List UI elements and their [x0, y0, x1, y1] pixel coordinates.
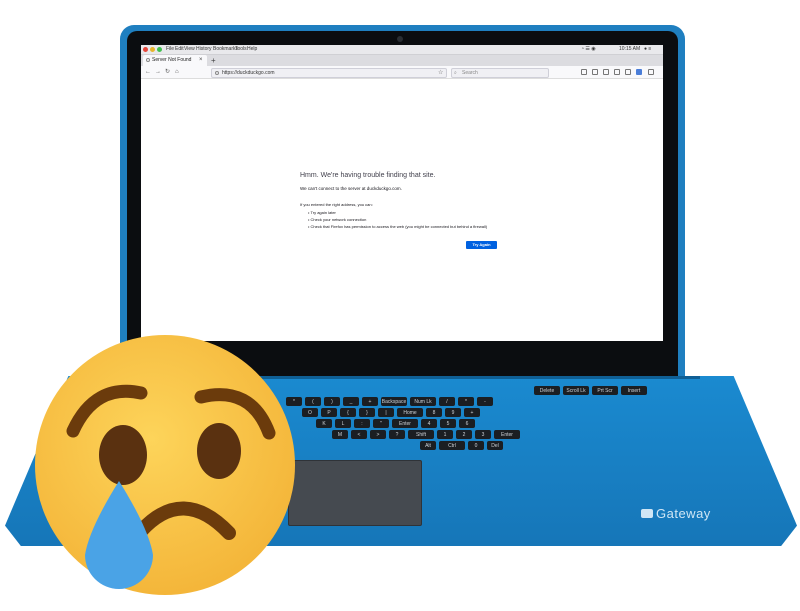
- menu-file[interactable]: File: [166, 46, 174, 53]
- search-icon: ⌕: [454, 70, 457, 76]
- keyboard-key[interactable]: M: [332, 430, 348, 439]
- try-again-button[interactable]: Try Again: [466, 241, 497, 249]
- tab-close-icon[interactable]: ×: [199, 56, 203, 64]
- nav-toolbar: ← → ↻ ⌂ https://duckduckgo.com ☆ ⌕ Searc…: [141, 66, 663, 79]
- menu-history[interactable]: History: [196, 46, 212, 53]
- url-bar[interactable]: https://duckduckgo.com ☆: [211, 68, 447, 78]
- keyboard-key[interactable]: :: [354, 419, 370, 428]
- keyboard-key[interactable]: Prt Scr: [592, 386, 618, 395]
- keyboard-key[interactable]: Insert: [621, 386, 647, 395]
- keyboard-key[interactable]: Delete: [534, 386, 560, 395]
- keyboard-key[interactable]: O: [302, 408, 318, 417]
- keyboard-key[interactable]: {: [340, 408, 356, 417]
- keyboard-key[interactable]: Shift: [408, 430, 434, 439]
- extension-icon[interactable]: [636, 69, 642, 75]
- keyboard-key[interactable]: Enter: [392, 419, 418, 428]
- search-bar[interactable]: ⌕ Search: [451, 68, 549, 78]
- error-message: We can't connect to the server at duckdu…: [300, 186, 402, 191]
- forward-icon[interactable]: →: [155, 67, 161, 77]
- keyboard-key[interactable]: 8: [426, 408, 442, 417]
- browser-window: File Edit View History Bookmarks Tools H…: [141, 45, 663, 341]
- keyboard-key[interactable]: ": [373, 419, 389, 428]
- pocket-icon[interactable]: [625, 69, 631, 75]
- left-eye: [99, 425, 147, 485]
- keyboard-key[interactable]: -: [477, 397, 493, 406]
- keyboard-key[interactable]: 3: [475, 430, 491, 439]
- gateway-logo-icon: [641, 509, 653, 518]
- menu-help[interactable]: Help: [247, 46, 257, 53]
- menu-edit[interactable]: Edit: [175, 46, 184, 53]
- keyboard-key[interactable]: 2: [456, 430, 472, 439]
- keyboard-key[interactable]: Del: [487, 441, 503, 450]
- keyboard: Delete Scroll Lk Prt Scr Insert *() _ + Backspa…: [272, 386, 690, 456]
- back-icon[interactable]: ←: [145, 67, 151, 77]
- keyboard-key[interactable]: Home: [397, 408, 423, 417]
- clock[interactable]: 10:15 AM: [619, 46, 640, 53]
- keyboard-key[interactable]: Ctrl: [439, 441, 465, 450]
- menu-view[interactable]: View: [184, 46, 195, 53]
- touchpad[interactable]: [288, 460, 422, 526]
- keyboard-key[interactable]: _: [343, 397, 359, 406]
- warning-icon: [146, 58, 150, 62]
- keyboard-key[interactable]: Alt: [420, 441, 436, 450]
- keyboard-key[interactable]: K: [316, 419, 332, 428]
- right-eye: [197, 423, 241, 479]
- sidebar-icon[interactable]: [603, 69, 609, 75]
- face-circle: [35, 335, 295, 595]
- keyboard-key[interactable]: }: [359, 408, 375, 417]
- keyboard-key[interactable]: 6: [459, 419, 475, 428]
- list-item: Check that Firefox has permission to acc…: [308, 223, 488, 230]
- reload-icon[interactable]: ↻: [165, 67, 170, 77]
- tab-strip: Server Not Found × +: [141, 55, 663, 66]
- hamburger-menu-icon[interactable]: [648, 69, 654, 75]
- search-placeholder: Search: [462, 70, 478, 76]
- brand-name: Gateway: [656, 506, 711, 521]
- keyboard-key[interactable]: L: [335, 419, 351, 428]
- user-icon[interactable]: ● ≡: [644, 46, 651, 53]
- info-icon[interactable]: [215, 71, 219, 75]
- keyboard-key[interactable]: >: [370, 430, 386, 439]
- sad-relieved-face-icon: [35, 335, 295, 595]
- keyboard-key[interactable]: 4: [421, 419, 437, 428]
- library-icon[interactable]: [581, 69, 587, 75]
- list-item: Try again later: [308, 209, 487, 216]
- keyboard-key[interactable]: (: [305, 397, 321, 406]
- keyboard-key[interactable]: ?: [389, 430, 405, 439]
- new-tab-button[interactable]: +: [211, 55, 216, 66]
- os-menubar: File Edit View History Bookmarks Tools H…: [141, 45, 663, 55]
- keyboard-key[interactable]: Scroll Lk: [563, 386, 589, 395]
- tab-title: Server Not Found: [152, 57, 192, 63]
- keyboard-key[interactable]: Enter: [494, 430, 520, 439]
- keyboard-key[interactable]: 1: [437, 430, 453, 439]
- close-icon[interactable]: [143, 47, 148, 52]
- list-item: Check your network connection: [308, 216, 487, 223]
- suggestion-list: Try again later Check your network conne…: [308, 209, 487, 230]
- download-icon[interactable]: [592, 69, 598, 75]
- keyboard-key[interactable]: 5: [440, 419, 456, 428]
- keyboard-key[interactable]: Backspace: [381, 397, 407, 406]
- keyboard-key[interactable]: ): [324, 397, 340, 406]
- keyboard-key[interactable]: <: [351, 430, 367, 439]
- menu-tools[interactable]: Tools: [235, 46, 247, 53]
- webcam: [397, 36, 403, 42]
- keyboard-key[interactable]: Num Lk: [410, 397, 436, 406]
- error-title: Hmm. We're having trouble finding that s…: [300, 172, 436, 179]
- keyboard-key[interactable]: P: [321, 408, 337, 417]
- maximize-icon[interactable]: [157, 47, 162, 52]
- home-icon[interactable]: ⌂: [175, 67, 179, 77]
- keyboard-key[interactable]: *: [458, 397, 474, 406]
- keyboard-key[interactable]: 9: [445, 408, 461, 417]
- minimize-icon[interactable]: [150, 47, 155, 52]
- keyboard-key[interactable]: +: [464, 408, 480, 417]
- keyboard-key[interactable]: 0: [468, 441, 484, 450]
- bookmark-star-icon[interactable]: ☆: [438, 69, 443, 77]
- keyboard-key[interactable]: |: [378, 408, 394, 417]
- tab-server-not-found[interactable]: Server Not Found ×: [143, 55, 207, 66]
- error-intro: If you entered the right address, you ca…: [300, 202, 373, 207]
- url-text: https://duckduckgo.com: [222, 70, 275, 76]
- keyboard-key[interactable]: /: [439, 397, 455, 406]
- keyboard-key[interactable]: +: [362, 397, 378, 406]
- screenshot-icon[interactable]: [614, 69, 620, 75]
- wifi-icon[interactable]: ◔ ☰ ◉: [581, 46, 596, 53]
